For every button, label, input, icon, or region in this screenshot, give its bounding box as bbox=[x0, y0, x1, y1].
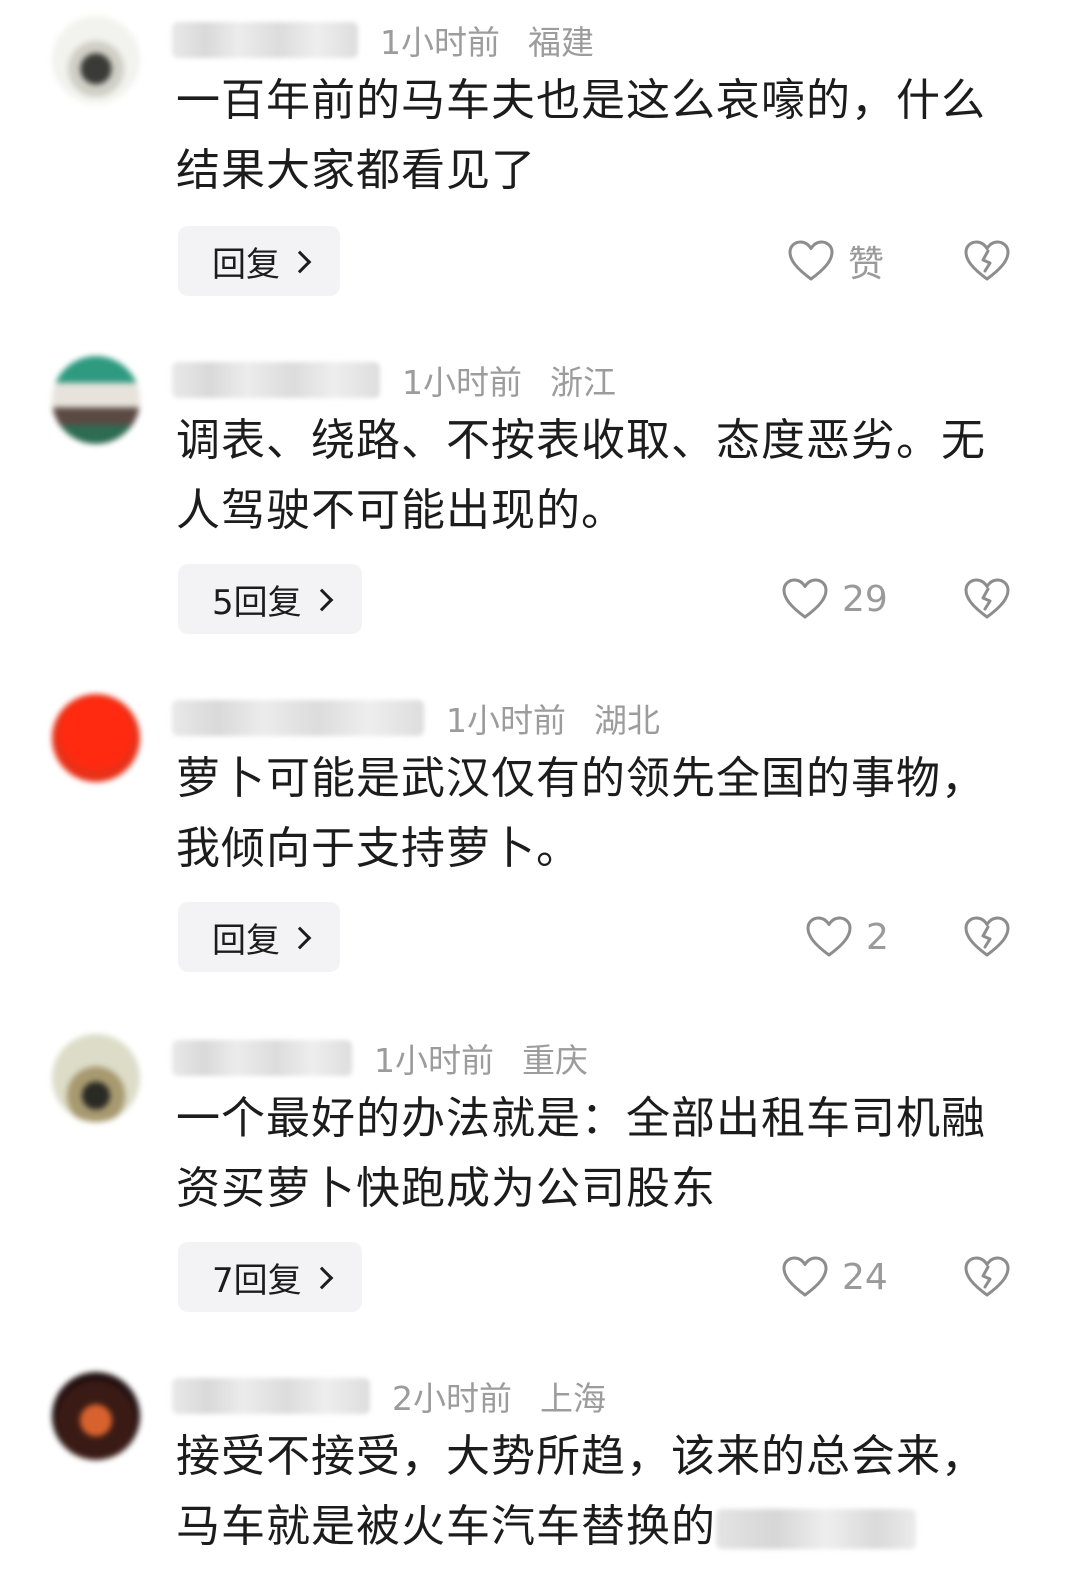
username-blurred[interactable] bbox=[172, 1040, 352, 1076]
username-blurred[interactable] bbox=[172, 22, 358, 58]
like-button[interactable]: 赞 bbox=[788, 226, 884, 296]
avatar[interactable] bbox=[52, 1034, 140, 1122]
comment-text: 萝卜可能是武汉仅有的领先全国的事物，我倾向于支持萝卜。 bbox=[176, 753, 986, 874]
reply-button[interactable]: 回复 bbox=[178, 226, 340, 296]
comment-meta: 1小时前 湖北 bbox=[172, 692, 688, 744]
like-count: 2 bbox=[866, 916, 889, 958]
avatar[interactable] bbox=[52, 694, 140, 782]
comment-item: 1小时前 福建 一百年前的马车夫也是这么哀嚎的，什么结果大家都看见了 回复 赞 bbox=[0, 0, 1078, 330]
comment-time: 1小时前 bbox=[380, 23, 500, 62]
heart-icon bbox=[806, 916, 852, 957]
comment-item: 1小时前 浙江 调表、绕路、不按表收取、态度恶劣。无人驾驶不可能出现的。 5回复… bbox=[0, 340, 1078, 670]
reply-button[interactable]: 5回复 bbox=[178, 564, 362, 634]
like-count: 29 bbox=[842, 578, 888, 620]
dislike-button[interactable] bbox=[964, 226, 1010, 296]
reply-button[interactable]: 回复 bbox=[178, 902, 340, 972]
comment-text: 调表、绕路、不按表收取、态度恶劣。无人驾驶不可能出现的。 bbox=[176, 415, 986, 536]
dislike-button[interactable] bbox=[964, 564, 1010, 634]
reply-label: 7回复 bbox=[212, 1260, 302, 1301]
chevron-right-icon bbox=[310, 588, 333, 612]
comment-text: 接受不接受，大势所趋，该来的总会来，马车就是被火车汽车替换的 bbox=[176, 1422, 1016, 1562]
heart-icon bbox=[788, 240, 834, 281]
dislike-button[interactable] bbox=[964, 902, 1010, 972]
comment-location: 浙江 bbox=[550, 363, 616, 402]
chevron-right-icon bbox=[310, 1266, 333, 1290]
comment-text: 一百年前的马车夫也是这么哀嚎的，什么结果大家都看见了 bbox=[176, 75, 986, 196]
comment-time: 1小时前 bbox=[374, 1041, 494, 1080]
username-blurred[interactable] bbox=[172, 362, 380, 398]
comment-item: 1小时前 湖北 萝卜可能是武汉仅有的领先全国的事物，我倾向于支持萝卜。 回复 2 bbox=[0, 678, 1078, 1008]
like-count: 赞 bbox=[848, 244, 885, 285]
broken-heart-icon bbox=[964, 240, 1010, 281]
comment-meta: 1小时前 重庆 bbox=[172, 1032, 616, 1084]
heart-icon bbox=[782, 1256, 828, 1297]
comment-location: 上海 bbox=[540, 1379, 606, 1418]
chevron-right-icon bbox=[288, 926, 312, 950]
like-button[interactable]: 2 bbox=[806, 902, 889, 972]
like-count: 24 bbox=[842, 1256, 888, 1298]
comment-meta: 1小时前 浙江 bbox=[172, 354, 644, 406]
broken-heart-icon bbox=[964, 1256, 1010, 1297]
reply-button[interactable]: 7回复 bbox=[178, 1242, 362, 1312]
comment-time: 1小时前 bbox=[446, 701, 566, 740]
blurred-mention bbox=[716, 1509, 916, 1549]
like-button[interactable]: 29 bbox=[782, 564, 888, 634]
like-button[interactable]: 24 bbox=[782, 1242, 888, 1312]
comment-item: 2小时前 上海 接受不接受，大势所趋，该来的总会来，马车就是被火车汽车替换的 bbox=[0, 1356, 1078, 1570]
reply-label: 回复 bbox=[212, 920, 280, 961]
comment-location: 湖北 bbox=[594, 701, 660, 740]
comment-location: 重庆 bbox=[522, 1041, 588, 1080]
avatar[interactable] bbox=[52, 356, 140, 444]
username-blurred[interactable] bbox=[172, 700, 424, 736]
avatar[interactable] bbox=[52, 16, 140, 104]
reply-label: 回复 bbox=[212, 244, 280, 285]
comment-text: 一个最好的办法就是：全部出租车司机融资买萝卜快跑成为公司股东 bbox=[176, 1093, 986, 1214]
reply-label: 5回复 bbox=[212, 582, 302, 623]
comment-time: 1小时前 bbox=[402, 363, 522, 402]
comment-meta: 2小时前 上海 bbox=[172, 1370, 634, 1422]
avatar[interactable] bbox=[52, 1372, 140, 1460]
username-blurred[interactable] bbox=[172, 1378, 370, 1414]
broken-heart-icon bbox=[964, 916, 1010, 957]
broken-heart-icon bbox=[964, 578, 1010, 619]
chevron-right-icon bbox=[288, 250, 312, 274]
comment-location: 福建 bbox=[528, 23, 594, 62]
comment-time: 2小时前 bbox=[392, 1379, 512, 1418]
heart-icon bbox=[782, 578, 828, 619]
comment-item: 1小时前 重庆 一个最好的办法就是：全部出租车司机融资买萝卜快跑成为公司股东 7… bbox=[0, 1018, 1078, 1348]
comment-meta: 1小时前 福建 bbox=[172, 14, 622, 66]
dislike-button[interactable] bbox=[964, 1242, 1010, 1312]
